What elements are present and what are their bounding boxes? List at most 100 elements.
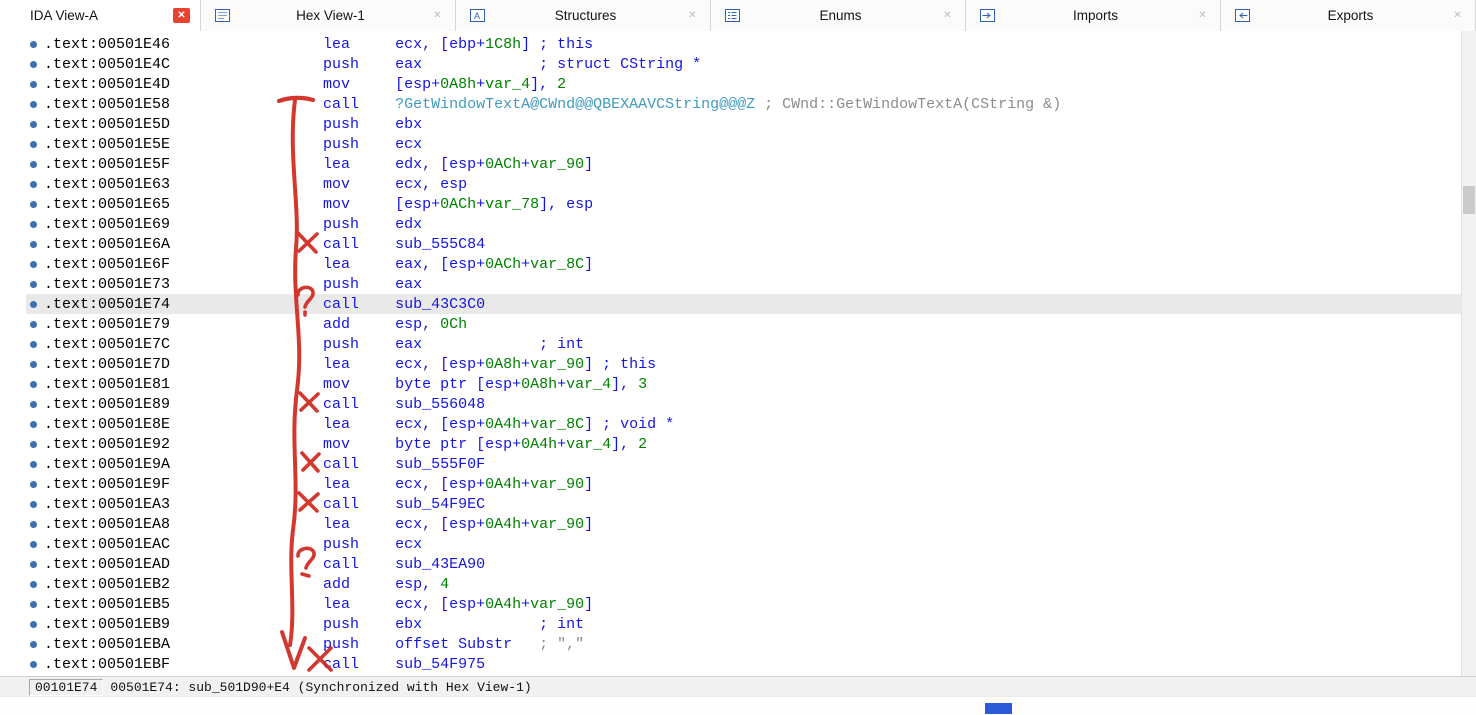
tab-label: Structures xyxy=(486,8,685,23)
asm-text: .text:00501EA8 lea ecx, [esp+0A4h+var_90… xyxy=(44,516,593,533)
tab-label: Exports xyxy=(1251,8,1450,23)
imports-icon xyxy=(980,9,996,23)
tab-close-icon[interactable]: ✕ xyxy=(430,9,445,23)
asm-line[interactable]: .text:00501E8E lea ecx, [esp+0A4h+var_8C… xyxy=(26,414,1462,434)
tab-close-icon[interactable]: ✕ xyxy=(940,9,955,23)
tab-close-icon[interactable]: ✕ xyxy=(173,8,190,23)
asm-line[interactable]: .text:00501E92 mov byte ptr [esp+0A4h+va… xyxy=(26,434,1462,454)
asm-text: .text:00501EB9 push ebx ; int xyxy=(44,616,584,633)
nav-dot-icon xyxy=(30,321,37,328)
asm-text: .text:00501E9A call sub_555F0F xyxy=(44,456,485,473)
scrollbar-thumb[interactable] xyxy=(1463,186,1475,214)
nav-dot-icon xyxy=(30,381,37,388)
tab-close-icon[interactable]: ✕ xyxy=(1195,9,1210,23)
asm-line[interactable]: .text:00501E73 push eax xyxy=(26,274,1462,294)
asm-text: .text:00501E46 lea ecx, [ebp+1C8h] ; thi… xyxy=(44,36,593,53)
tab-hex-view-1[interactable]: Hex View-1✕ xyxy=(201,0,456,31)
structures-icon: A xyxy=(470,9,486,23)
bottom-strip xyxy=(0,696,1476,715)
asm-line[interactable]: .text:00501E9F lea ecx, [esp+0A4h+var_90… xyxy=(26,474,1462,494)
asm-line[interactable]: .text:00501E6F lea eax, [esp+0ACh+var_8C… xyxy=(26,254,1462,274)
asm-line[interactable]: .text:00501EB2 add esp, 4 xyxy=(26,574,1462,594)
tab-imports[interactable]: Imports✕ xyxy=(966,0,1221,31)
tab-close-icon[interactable]: ✕ xyxy=(1450,9,1465,23)
asm-line[interactable]: .text:00501EA8 lea ecx, [esp+0A4h+var_90… xyxy=(26,514,1462,534)
tab-close-icon[interactable]: ✕ xyxy=(685,9,700,23)
asm-line[interactable]: .text:00501EA3 call sub_54F9EC xyxy=(26,494,1462,514)
asm-line[interactable]: .text:00501E46 lea ecx, [ebp+1C8h] ; thi… xyxy=(26,34,1462,54)
asm-line[interactable]: .text:00501E5D push ebx xyxy=(26,114,1462,134)
tab-exports[interactable]: Exports✕ xyxy=(1221,0,1476,31)
asm-text: .text:00501E81 mov byte ptr [esp+0A8h+va… xyxy=(44,376,647,393)
tab-ida-view-a[interactable]: IDA View-A✕ xyxy=(0,0,201,31)
asm-line[interactable]: .text:00501E81 mov byte ptr [esp+0A8h+va… xyxy=(26,374,1462,394)
nav-dot-icon xyxy=(30,161,37,168)
asm-text: .text:00501EBA push offset Substr ; "," xyxy=(44,636,584,653)
asm-text: .text:00501EAC push ecx xyxy=(44,536,422,553)
exports-icon xyxy=(1235,9,1251,23)
asm-text: .text:00501E58 call ?GetWindowTextA@CWnd… xyxy=(44,96,1061,113)
asm-line[interactable]: .text:00501E58 call ?GetWindowTextA@CWnd… xyxy=(26,94,1462,114)
asm-text: .text:00501EAD call sub_43EA90 xyxy=(44,556,485,573)
tab-label: Imports xyxy=(996,8,1195,23)
asm-line[interactable]: .text:00501E69 push edx xyxy=(26,214,1462,234)
tab-label: IDA View-A xyxy=(30,8,173,23)
asm-line[interactable]: .text:00501E5F lea edx, [esp+0ACh+var_90… xyxy=(26,154,1462,174)
asm-line[interactable]: .text:00501E63 mov ecx, esp xyxy=(26,174,1462,194)
asm-text: .text:00501E6A call sub_555C84 xyxy=(44,236,485,253)
asm-text: .text:00501E89 call sub_556048 xyxy=(44,396,485,413)
asm-line[interactable]: .text:00501E79 add esp, 0Ch xyxy=(26,314,1462,334)
asm-text: .text:00501E73 push eax xyxy=(44,276,422,293)
asm-line[interactable]: .text:00501EBF call sub_54F975 xyxy=(26,654,1462,674)
nav-dot-icon xyxy=(30,621,37,628)
asm-line[interactable]: .text:00501E4C push eax ; struct CString… xyxy=(26,54,1462,74)
nav-dot-icon xyxy=(30,441,37,448)
status-file-offset: 00101E74 xyxy=(29,679,103,696)
nav-dot-icon xyxy=(30,541,37,548)
nav-dot-icon xyxy=(30,301,37,308)
asm-line[interactable]: .text:00501EAD call sub_43EA90 xyxy=(26,554,1462,574)
nav-dot-icon xyxy=(30,261,37,268)
asm-text: .text:00501E5D push ebx xyxy=(44,116,422,133)
nav-dot-icon xyxy=(30,561,37,568)
asm-text: .text:00501E65 mov [esp+0ACh+var_78], es… xyxy=(44,196,593,213)
vertical-scrollbar[interactable] xyxy=(1461,31,1476,677)
nav-dot-icon xyxy=(30,661,37,668)
bottom-blue-indicator xyxy=(985,703,1012,714)
hex-view-icon xyxy=(215,9,231,23)
asm-text: .text:00501E8E lea ecx, [esp+0A4h+var_8C… xyxy=(44,416,674,433)
asm-line[interactable]: .text:00501E5E push ecx xyxy=(26,134,1462,154)
nav-dot-icon xyxy=(30,641,37,648)
asm-line[interactable]: .text:00501E89 call sub_556048 xyxy=(26,394,1462,414)
asm-text: .text:00501E9F lea ecx, [esp+0A4h+var_90… xyxy=(44,476,593,493)
asm-line[interactable]: .text:00501E7D lea ecx, [esp+0A8h+var_90… xyxy=(26,354,1462,374)
asm-line[interactable]: .text:00501EAC push ecx xyxy=(26,534,1462,554)
nav-dot-icon xyxy=(30,581,37,588)
nav-dot-icon xyxy=(30,421,37,428)
asm-line[interactable]: .text:00501E6A call sub_555C84 xyxy=(26,234,1462,254)
nav-dot-icon xyxy=(30,501,37,508)
tab-label: Hex View-1 xyxy=(231,8,430,23)
asm-text: .text:00501EB2 add esp, 4 xyxy=(44,576,449,593)
asm-line[interactable]: .text:00501E9A call sub_555F0F xyxy=(26,454,1462,474)
asm-text: .text:00501E4C push eax ; struct CString… xyxy=(44,56,701,73)
tab-enums[interactable]: Enums✕ xyxy=(711,0,966,31)
nav-dot-icon xyxy=(30,201,37,208)
enums-icon xyxy=(725,9,741,23)
asm-text: .text:00501E79 add esp, 0Ch xyxy=(44,316,467,333)
asm-line[interactable]: .text:00501EB5 lea ecx, [esp+0A4h+var_90… xyxy=(26,594,1462,614)
asm-text: .text:00501E6F lea eax, [esp+0ACh+var_8C… xyxy=(44,256,593,273)
asm-line[interactable]: .text:00501E65 mov [esp+0ACh+var_78], es… xyxy=(26,194,1462,214)
asm-line[interactable]: .text:00501E4D mov [esp+0A8h+var_4], 2 xyxy=(26,74,1462,94)
nav-dot-icon xyxy=(30,521,37,528)
asm-text: .text:00501E69 push edx xyxy=(44,216,422,233)
tab-structures[interactable]: AStructures✕ xyxy=(456,0,711,31)
asm-line[interactable]: .text:00501EB9 push ebx ; int xyxy=(26,614,1462,634)
asm-text: .text:00501EA3 call sub_54F9EC xyxy=(44,496,485,513)
asm-line[interactable]: .text:00501E7C push eax ; int xyxy=(26,334,1462,354)
nav-dot-icon xyxy=(30,101,37,108)
asm-line[interactable]: .text:00501EBA push offset Substr ; "," xyxy=(26,634,1462,654)
nav-dot-icon xyxy=(30,361,37,368)
asm-line[interactable]: .text:00501E74 call sub_43C3C0 xyxy=(26,294,1462,314)
asm-text: .text:00501E7C push eax ; int xyxy=(44,336,584,353)
